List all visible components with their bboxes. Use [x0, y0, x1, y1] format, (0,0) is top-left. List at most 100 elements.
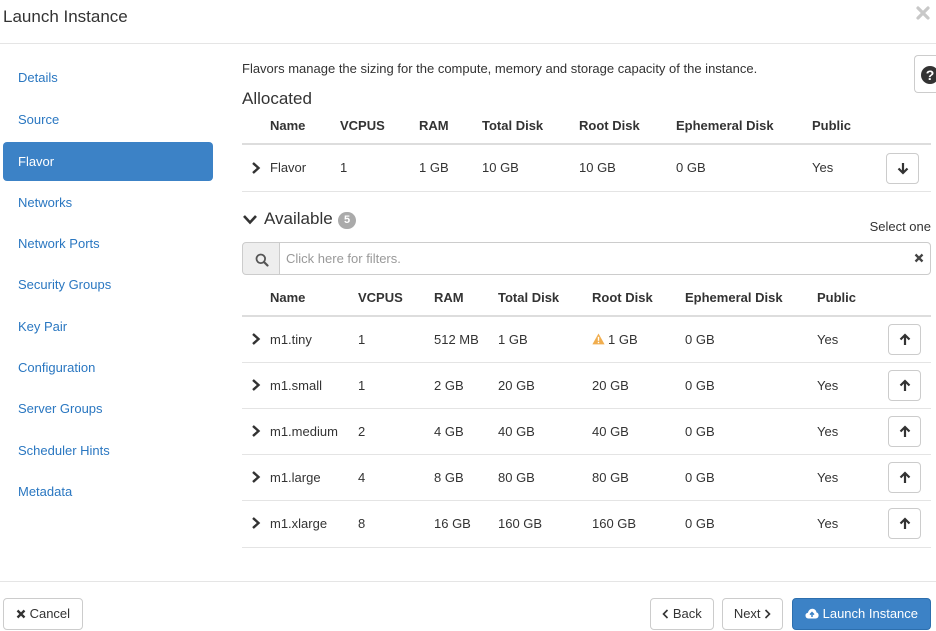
sidebar-item-scheduler-hints[interactable]: Scheduler Hints — [3, 431, 213, 470]
flavor-ephemeral-disk: 0 GB — [685, 424, 715, 439]
times-icon — [16, 609, 26, 619]
sidebar-item-configuration[interactable]: Configuration — [3, 348, 213, 387]
sidebar-item-flavor[interactable]: Flavor — [3, 142, 213, 181]
back-label: Back — [672, 606, 702, 621]
flavor-total-disk: 10 GB — [482, 160, 519, 175]
filter-input[interactable] — [279, 242, 931, 275]
flavor-ram: 1 GB — [419, 160, 449, 175]
flavor-ram: 8 GB — [434, 470, 464, 485]
sidebar-item-networks[interactable]: Networks — [3, 183, 213, 222]
column-header-total-disk: Total Disk — [482, 118, 544, 133]
column-header-ephemeral-disk: Ephemeral Disk — [685, 290, 783, 305]
allocate-button[interactable] — [888, 508, 921, 539]
chevron-right-icon[interactable] — [250, 516, 262, 530]
sidebar-item-details[interactable]: Details — [3, 58, 213, 97]
flavor-public: Yes — [817, 332, 839, 347]
sidebar-item-network-ports[interactable]: Network Ports — [3, 224, 213, 263]
available-table-header: Name VCPUS RAM Total Disk Root Disk Ephe… — [242, 282, 931, 317]
column-header-ram: RAM — [434, 290, 464, 305]
column-header-ram: RAM — [419, 118, 449, 133]
flavor-root-disk: 10 GB — [579, 160, 616, 175]
column-header-vcpus: VCPUS — [340, 118, 385, 133]
chevron-right-icon[interactable] — [250, 424, 262, 438]
flavor-vcpus: 2 — [358, 424, 366, 439]
select-one-hint: Select one — [869, 219, 931, 234]
filter-bar — [242, 242, 931, 275]
allocate-button[interactable] — [888, 462, 921, 493]
chevron-left-icon — [662, 609, 669, 619]
next-button[interactable]: Next — [722, 598, 783, 630]
flavor-total-disk: 80 GB — [498, 470, 535, 485]
sidebar-item-metadata[interactable]: Metadata — [3, 472, 213, 511]
flavor-public: Yes — [817, 378, 839, 393]
flavor-root-disk: 20 GB — [592, 378, 629, 393]
flavor-total-disk: 40 GB — [498, 424, 535, 439]
flavor-name: m1.xlarge — [270, 516, 328, 531]
available-row-m1-small: m1.small 1 2 GB 20 GB 20 GB 0 GB Yes — [242, 363, 931, 409]
sidebar-item-security-groups[interactable]: Security Groups — [3, 265, 213, 304]
search-addon — [242, 242, 280, 275]
back-button[interactable]: Back — [650, 598, 714, 630]
column-header-ephemeral-disk: Ephemeral Disk — [676, 118, 774, 133]
flavor-public: Yes — [817, 516, 839, 531]
allocated-row-flavor: Flavor 1 1 GB 10 GB 10 GB 0 GB Yes — [242, 145, 931, 192]
chevron-right-icon[interactable] — [250, 332, 262, 346]
flavor-name: m1.small — [270, 378, 323, 393]
allocate-button[interactable] — [888, 416, 921, 447]
search-icon — [255, 253, 269, 267]
column-header-public: Public — [817, 290, 857, 305]
flavor-vcpus: 1 — [340, 160, 348, 175]
flavor-name: m1.tiny — [270, 332, 312, 347]
flavor-name: Flavor — [270, 160, 307, 175]
available-count-badge: 5 — [338, 212, 356, 229]
allocate-button[interactable] — [888, 370, 921, 401]
allocate-button[interactable] — [888, 324, 921, 355]
flavor-vcpus: 4 — [358, 470, 366, 485]
sidebar-item-server-groups[interactable]: Server Groups — [3, 389, 213, 428]
available-row-m1-xlarge: m1.xlarge 8 16 GB 160 GB 160 GB 0 GB Yes — [242, 501, 931, 548]
arrow-up-icon — [899, 471, 911, 483]
launch-label: Launch Instance — [822, 606, 919, 621]
column-header-vcpus: VCPUS — [358, 290, 403, 305]
flavor-public: Yes — [817, 424, 839, 439]
chevron-down-icon[interactable] — [242, 214, 258, 226]
cancel-label: Cancel — [29, 606, 71, 621]
flavor-name: m1.large — [270, 470, 321, 485]
flavor-root-disk: 1 GB — [608, 332, 638, 347]
arrow-up-icon — [899, 425, 911, 437]
flavor-public: Yes — [812, 160, 834, 175]
arrow-down-icon — [897, 163, 909, 175]
flavor-root-disk: 80 GB — [592, 470, 629, 485]
flavor-ram: 2 GB — [434, 378, 464, 393]
question-circle-icon: ? — [921, 66, 936, 84]
sidebar-item-key-pair[interactable]: Key Pair — [3, 307, 213, 346]
chevron-right-icon — [765, 609, 771, 619]
chevron-right-icon[interactable] — [250, 470, 262, 484]
flavor-ephemeral-disk: 0 GB — [685, 378, 715, 393]
flavor-root-disk-cell: 1 GB — [592, 317, 638, 362]
cancel-button[interactable]: Cancel — [3, 598, 83, 630]
allocated-table-header: Name VCPUS RAM Total Disk Root Disk Ephe… — [242, 109, 931, 145]
flavor-panel: Flavors manage the sizing for the comput… — [242, 0, 936, 580]
deallocate-button[interactable] — [886, 153, 919, 184]
flavor-ram: 16 GB — [434, 516, 471, 531]
flavor-description: Flavors manage the sizing for the comput… — [242, 61, 758, 76]
flavor-total-disk: 160 GB — [498, 516, 543, 531]
flavor-ephemeral-disk: 0 GB — [685, 470, 715, 485]
help-button[interactable]: ? — [914, 55, 936, 93]
flavor-vcpus: 1 — [358, 378, 366, 393]
sidebar-item-source[interactable]: Source — [3, 100, 213, 139]
available-row-m1-large: m1.large 4 8 GB 80 GB 80 GB 0 GB Yes — [242, 455, 931, 501]
chevron-right-icon[interactable] — [250, 378, 262, 392]
next-label: Next — [733, 606, 761, 621]
column-header-root-disk: Root Disk — [592, 290, 653, 305]
launch-instance-button[interactable]: Launch Instance — [792, 598, 931, 630]
available-row-m1-medium: m1.medium 2 4 GB 40 GB 40 GB 0 GB Yes — [242, 409, 931, 455]
column-header-name: Name — [270, 290, 306, 305]
chevron-right-icon[interactable] — [250, 161, 262, 175]
flavor-public: Yes — [817, 470, 839, 485]
available-heading: Available — [264, 209, 333, 228]
arrow-up-icon — [899, 379, 911, 391]
flavor-root-disk: 160 GB — [592, 516, 637, 531]
clear-icon[interactable] — [914, 253, 924, 263]
